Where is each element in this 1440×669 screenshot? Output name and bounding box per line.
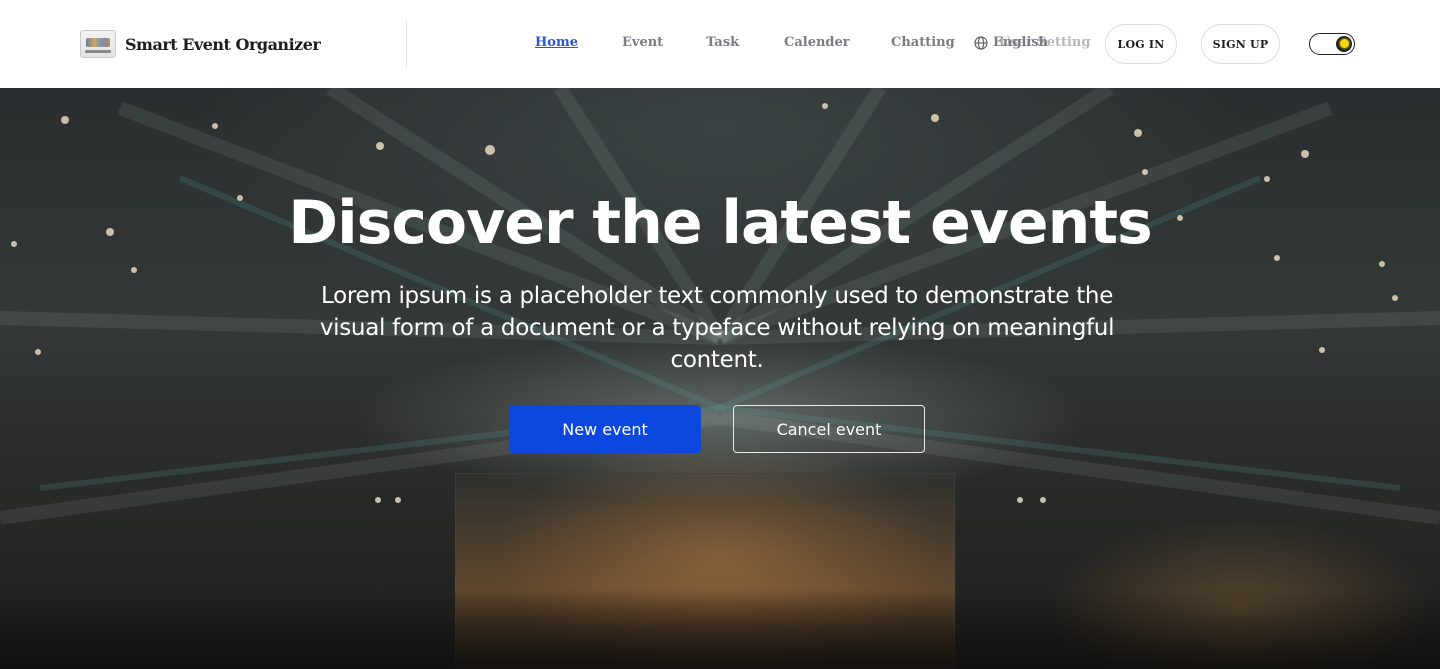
nav-item-task[interactable]: Task <box>706 35 739 50</box>
language-selector[interactable]: English User Setting <box>974 35 1090 51</box>
hero-subtitle: Lorem ipsum is a placeholder text common… <box>319 283 1115 373</box>
nav-item-calender[interactable]: Calender <box>784 35 850 50</box>
login-button[interactable]: LOG IN <box>1105 24 1177 64</box>
hero-content: Discover the latest events Lorem ipsum i… <box>0 88 1440 669</box>
user-setting-label[interactable]: User Setting <box>999 35 1090 50</box>
globe-icon <box>974 36 988 50</box>
sun-icon <box>1339 39 1349 48</box>
theme-toggle[interactable] <box>1309 33 1355 55</box>
hero-title: Discover the latest events <box>288 188 1152 258</box>
top-navbar: Smart Event Organizer Home Event Task Ca… <box>0 0 1440 88</box>
new-event-button[interactable]: New event <box>509 405 701 453</box>
cancel-event-button[interactable]: Cancel event <box>733 405 925 453</box>
signup-button[interactable]: SIGN UP <box>1201 24 1280 64</box>
nav-item-home[interactable]: Home <box>535 35 578 50</box>
nav-item-event[interactable]: Event <box>622 35 663 50</box>
toggle-knob <box>1336 35 1352 52</box>
hero-section: Discover the latest events Lorem ipsum i… <box>0 88 1440 669</box>
nav-item-chatting[interactable]: Chatting <box>891 35 955 50</box>
